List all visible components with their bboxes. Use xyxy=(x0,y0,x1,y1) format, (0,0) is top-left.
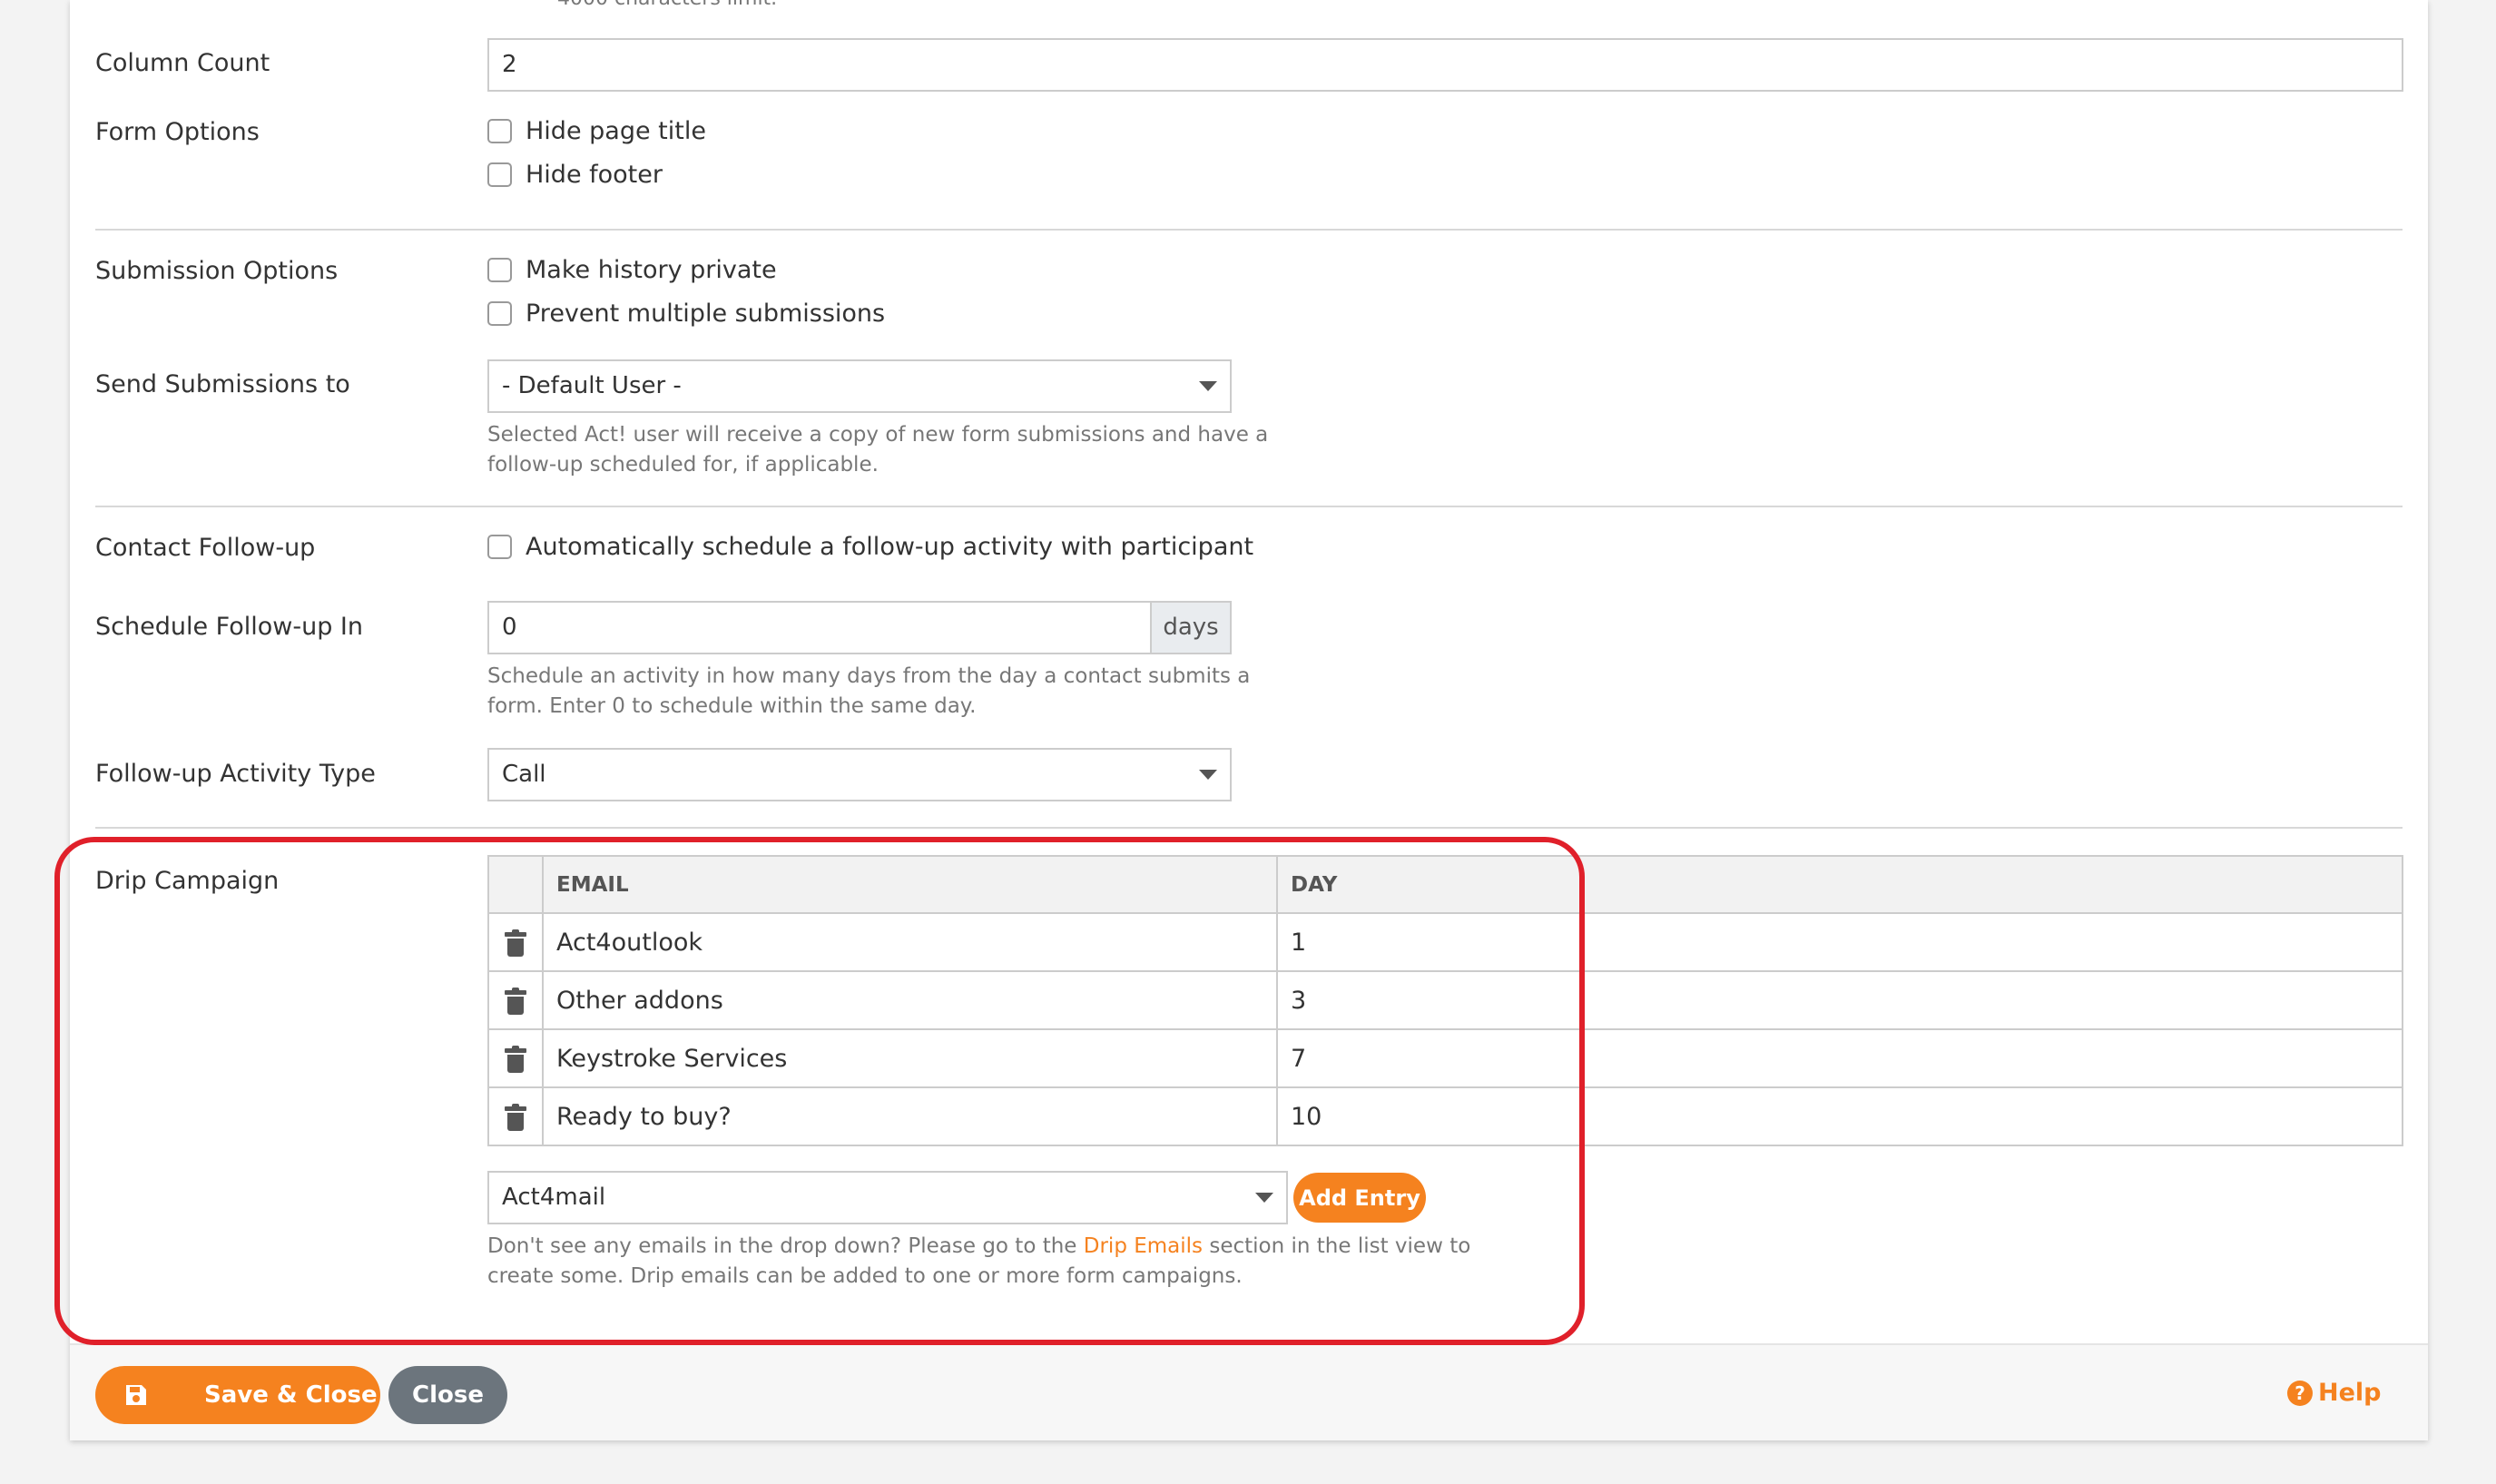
auto-schedule-followup-option[interactable]: Automatically schedule a follow-up activ… xyxy=(487,533,1253,561)
days-addon: days xyxy=(1150,601,1232,654)
hide-footer-text: Hide footer xyxy=(526,161,663,189)
prevent-multiple-submissions-option[interactable]: Prevent multiple submissions xyxy=(487,300,885,328)
section-divider xyxy=(95,229,2403,231)
drip-campaign-highlight xyxy=(54,837,1585,1345)
schedule-followup-help-2: form. Enter 0 to schedule within the sam… xyxy=(487,694,977,718)
chevron-down-icon xyxy=(1199,381,1217,391)
schedule-followup-help-1: Schedule an activity in how many days fr… xyxy=(487,664,1251,688)
contact-followup-label: Contact Follow-up xyxy=(95,534,316,562)
help-label: Help xyxy=(2318,1379,2382,1407)
section-divider xyxy=(95,827,2403,829)
activity-type-value: Call xyxy=(502,761,546,788)
floppy-disk-icon xyxy=(124,1383,148,1407)
character-limit-note: 4000 characters limit. xyxy=(557,0,777,10)
hide-footer-checkbox[interactable] xyxy=(487,162,512,187)
make-history-private-checkbox[interactable] xyxy=(487,258,512,282)
send-submissions-select[interactable]: - Default User - xyxy=(487,359,1232,413)
form-options-label: Form Options xyxy=(95,118,260,146)
column-count-label: Column Count xyxy=(95,49,270,77)
send-submissions-help-1: Selected Act! user will receive a copy o… xyxy=(487,423,1269,447)
make-history-private-text: Make history private xyxy=(526,256,777,284)
make-history-private-option[interactable]: Make history private xyxy=(487,256,777,284)
save-close-label: Save & Close xyxy=(204,1381,378,1409)
hide-page-title-text: Hide page title xyxy=(526,117,706,145)
hide-page-title-checkbox[interactable] xyxy=(487,119,512,143)
save-close-button[interactable]: Save & Close xyxy=(95,1366,380,1424)
form-footer: Save & Close Close ? Help xyxy=(70,1343,2428,1440)
auto-schedule-followup-text: Automatically schedule a follow-up activ… xyxy=(526,533,1254,561)
column-count-input[interactable]: 2 xyxy=(487,38,2403,92)
schedule-followup-input[interactable]: 0 xyxy=(487,601,1152,654)
activity-type-select[interactable]: Call xyxy=(487,748,1232,801)
submission-options-label: Submission Options xyxy=(95,257,339,285)
activity-type-label: Follow-up Activity Type xyxy=(95,760,376,788)
section-divider xyxy=(95,506,2403,507)
send-submissions-label: Send Submissions to xyxy=(95,370,350,398)
auto-schedule-followup-checkbox[interactable] xyxy=(487,535,512,559)
help-link[interactable]: ? Help xyxy=(2287,1379,2382,1407)
chevron-down-icon xyxy=(1199,770,1217,780)
send-submissions-help-2: follow-up scheduled for, if applicable. xyxy=(487,453,879,477)
close-button[interactable]: Close xyxy=(388,1366,507,1424)
hide-page-title-option[interactable]: Hide page title xyxy=(487,117,706,145)
prevent-multiple-submissions-checkbox[interactable] xyxy=(487,301,512,326)
question-circle-icon: ? xyxy=(2287,1380,2313,1406)
send-submissions-value: - Default User - xyxy=(502,372,682,399)
hide-footer-option[interactable]: Hide footer xyxy=(487,161,663,189)
schedule-followup-label: Schedule Follow-up In xyxy=(95,613,363,641)
prevent-multiple-submissions-text: Prevent multiple submissions xyxy=(526,300,886,328)
